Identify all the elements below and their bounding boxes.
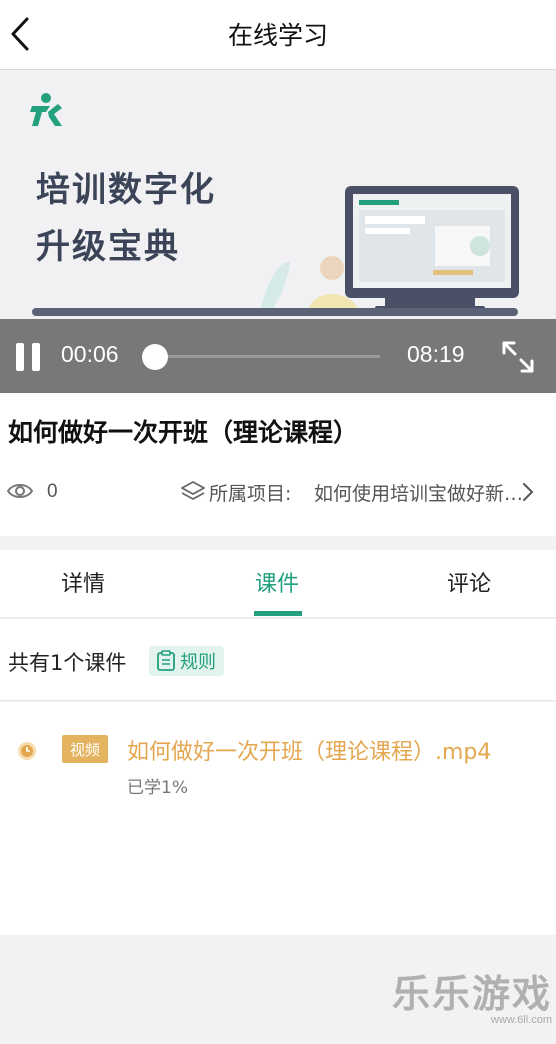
brand-logo-icon	[30, 93, 62, 126]
promo-line-2: 升级宝典	[36, 227, 180, 267]
courseware-count: 共有1个课件	[8, 651, 127, 675]
view-count: 0	[47, 481, 58, 502]
promo-heading: 培训数字化 升级宝典	[36, 162, 216, 276]
player-controls: 00:06 08:19	[0, 319, 556, 393]
watermark-text: 乐乐游戏	[391, 972, 552, 1016]
clock-icon	[18, 742, 36, 760]
current-time: 00:06	[61, 341, 119, 367]
eye-icon	[6, 484, 34, 498]
tab-bar: 详情 课件 评论	[0, 550, 556, 618]
fullscreen-button[interactable]	[500, 339, 536, 379]
course-title: 如何做好一次开班（理论课程）	[8, 418, 359, 447]
courseware-title[interactable]: 如何做好一次开班（理论课程）.mp4	[127, 734, 491, 766]
expand-icon	[502, 341, 534, 373]
project-link[interactable]: 如何使用培训宝做好新员工培训	[314, 479, 524, 506]
project-label: 所属项目:	[209, 483, 292, 505]
watermark: 乐乐游戏 www.6ll.com	[392, 963, 552, 1026]
seek-track[interactable]	[152, 355, 380, 358]
chevron-right-icon[interactable]	[520, 481, 536, 503]
laptop-illustration-icon	[345, 186, 519, 312]
course-info: 如何做好一次开班（理论课程） 0 所属项目: 如何使用培训宝做好新员工培训	[0, 393, 556, 536]
top-bar: 在线学习	[0, 0, 556, 70]
layers-icon	[181, 481, 205, 500]
study-progress: 已学1%	[127, 778, 188, 798]
rules-label: 规则	[180, 652, 216, 673]
video-player[interactable]: 培训数字化 升级宝典 00:06 08:19	[0, 70, 556, 393]
page-title: 在线学习	[227, 21, 328, 50]
duration-time: 08:19	[407, 341, 465, 367]
illustration-baseline	[32, 308, 518, 316]
pause-button[interactable]	[16, 343, 42, 371]
promo-line-1: 培训数字化	[36, 170, 216, 210]
clipboard-icon	[157, 650, 175, 671]
pause-icon	[16, 343, 24, 371]
rules-button[interactable]: 规则	[149, 646, 224, 676]
seek-knob[interactable]	[141, 344, 168, 370]
pause-icon-bar	[32, 343, 40, 371]
active-tab-indicator	[254, 611, 302, 616]
tab-courseware[interactable]: 课件	[255, 566, 299, 598]
courseware-list: 视频 如何做好一次开班（理论课程）.mp4 已学1%	[0, 702, 556, 935]
tab-details[interactable]: 详情	[61, 566, 105, 598]
video-badge: 视频	[62, 735, 109, 763]
courseware-summary: 共有1个课件 规则	[0, 619, 556, 701]
tab-comments[interactable]: 评论	[447, 566, 491, 598]
